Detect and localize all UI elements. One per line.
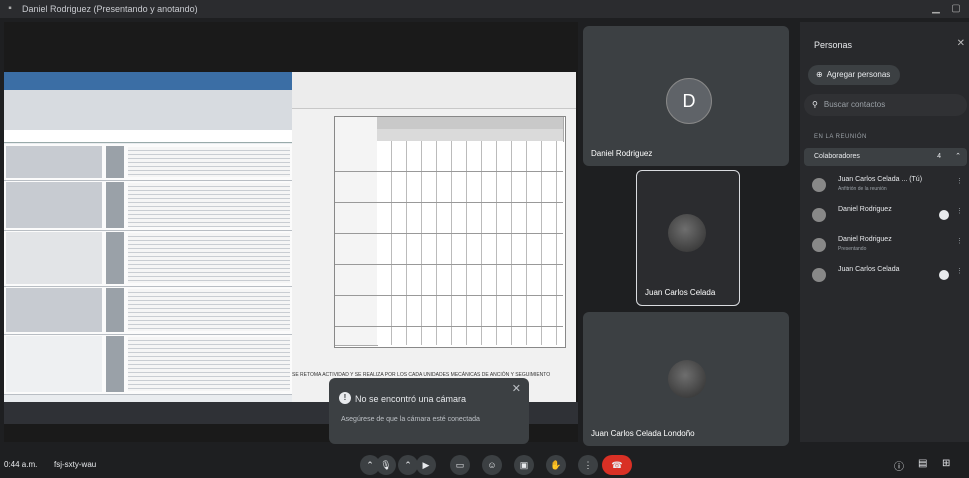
- toast-title: No se encontró una cámara: [355, 394, 467, 404]
- end-call-button[interactable]: ☎: [602, 455, 632, 475]
- in-meeting-section-label: EN LA REUNIÓN: [814, 134, 867, 140]
- raise-hand-button[interactable]: ✋: [546, 455, 566, 475]
- camera-not-found-toast: ! No se encontró una cámara Asegúrese de…: [329, 378, 529, 444]
- formula-bar: [4, 130, 294, 143]
- collaborators-group[interactable]: Colaboradores 4 ⌃: [804, 148, 967, 166]
- group-count: 4: [937, 153, 941, 160]
- info-icon: !: [339, 392, 351, 404]
- close-icon[interactable]: ✕: [512, 382, 521, 395]
- activities-icon[interactable]: ⊞: [942, 458, 950, 469]
- participant-list-role: Presentando: [838, 246, 867, 252]
- close-panel-icon[interactable]: ✕: [957, 38, 965, 49]
- chevron-up-icon: ⌃: [955, 153, 961, 160]
- emoji-button[interactable]: ☺: [482, 455, 502, 475]
- more-options-icon[interactable]: ⋮: [956, 177, 963, 185]
- meeting-time: 0:44 a.m.: [4, 460, 38, 469]
- add-person-icon: ⊕: [816, 70, 823, 79]
- participant-list-name: Daniel Rodriguez: [838, 236, 892, 243]
- participant-list-name: Juan Carlos Celada ... (Tú): [838, 176, 923, 183]
- add-people-button[interactable]: ⊕ Agregar personas: [808, 65, 900, 85]
- app-icon: ▪: [8, 3, 12, 14]
- participant-name: Juan Carlos Celada: [645, 288, 716, 297]
- group-label: Colaboradores: [814, 153, 860, 160]
- participant-list-role: Anfitrión de la reunión: [838, 186, 887, 192]
- participant-list-item[interactable]: Daniel Rodriguez ⋮: [812, 206, 965, 226]
- spreadsheet-row: [4, 144, 294, 181]
- chat-icon[interactable]: ▤: [918, 458, 927, 469]
- spreadsheet-titlebar: [4, 72, 294, 90]
- window-titlebar: ▪ Daniel Rodriguez (Presentando y anotan…: [0, 0, 969, 18]
- participant-list-name: Juan Carlos Celada: [838, 266, 900, 273]
- toast-subtitle: Asegúrese de que la cámara esté conectad…: [341, 416, 480, 423]
- search-icon: ⚲: [812, 100, 818, 109]
- more-options-icon[interactable]: ⋮: [956, 207, 963, 215]
- minimize-icon[interactable]: ▁: [930, 3, 942, 15]
- maximize-icon[interactable]: ▢: [950, 3, 962, 15]
- panel-title: Personas: [814, 40, 853, 50]
- search-placeholder: Buscar contactos: [823, 100, 886, 109]
- microphone-button[interactable]: 🎙: [376, 455, 396, 475]
- spreadsheet-row: [4, 334, 294, 395]
- participant-list-name: Daniel Rodriguez: [838, 206, 892, 213]
- present-button[interactable]: ▣: [514, 455, 534, 475]
- spreadsheet-grid: [4, 144, 294, 395]
- mute-status-icon[interactable]: [939, 210, 949, 220]
- avatar: [812, 178, 826, 192]
- camera-options-button[interactable]: ⌃: [398, 455, 418, 475]
- participant-photo: [668, 360, 706, 398]
- participant-list-item[interactable]: Juan Carlos Celada ⋮: [812, 266, 965, 286]
- spreadsheet-row: [4, 230, 294, 287]
- avatar: [812, 268, 826, 282]
- avatar: D: [666, 78, 712, 124]
- more-options-icon[interactable]: ⋮: [956, 237, 963, 245]
- meeting-code: fsj-sxty-wau: [54, 460, 97, 469]
- mute-status-icon[interactable]: [939, 270, 949, 280]
- avatar: [812, 208, 826, 222]
- captions-button[interactable]: ▭: [450, 455, 470, 475]
- participant-list-item[interactable]: Daniel Rodriguez Presentando ⋮: [812, 236, 965, 256]
- meeting-controls-bar: 0:44 a.m. fsj-sxty-wau ⌃ 🎙 ⌃ ▶ ▭ ☺ ▣ ✋ ⋮…: [0, 452, 969, 478]
- spreadsheet-row: [4, 286, 294, 335]
- spreadsheet-row: [4, 180, 294, 231]
- camera-button[interactable]: ▶: [416, 455, 436, 475]
- participant-list-item[interactable]: Juan Carlos Celada ... (Tú) Anfitrión de…: [812, 176, 965, 196]
- more-options-icon[interactable]: ⋮: [956, 267, 963, 275]
- shared-document: SE RETOMA ACTIVIDAD Y SE REALIZA POR LOS…: [292, 72, 576, 402]
- participant-name: Juan Carlos Celada Londoño: [591, 429, 695, 438]
- avatar: [812, 238, 826, 252]
- spreadsheet-ribbon: [4, 90, 294, 130]
- participant-photo: [668, 214, 706, 252]
- search-contacts-input[interactable]: ⚲ Buscar contactos: [804, 94, 967, 116]
- document-toolbar: [292, 72, 576, 109]
- people-panel: Personas ✕ ⊕ Agregar personas ⚲ Buscar con…: [800, 22, 969, 442]
- info-icon[interactable]: ⓘ: [894, 458, 904, 473]
- window-title: Daniel Rodriguez (Presentando y anotando…: [22, 4, 198, 14]
- participant-name: Daniel Rodriguez: [591, 149, 653, 158]
- more-options-button[interactable]: ⋮: [578, 455, 598, 475]
- add-people-label: Agregar personas: [826, 70, 891, 79]
- document-table: [334, 116, 566, 348]
- shared-spreadsheet: [4, 72, 294, 402]
